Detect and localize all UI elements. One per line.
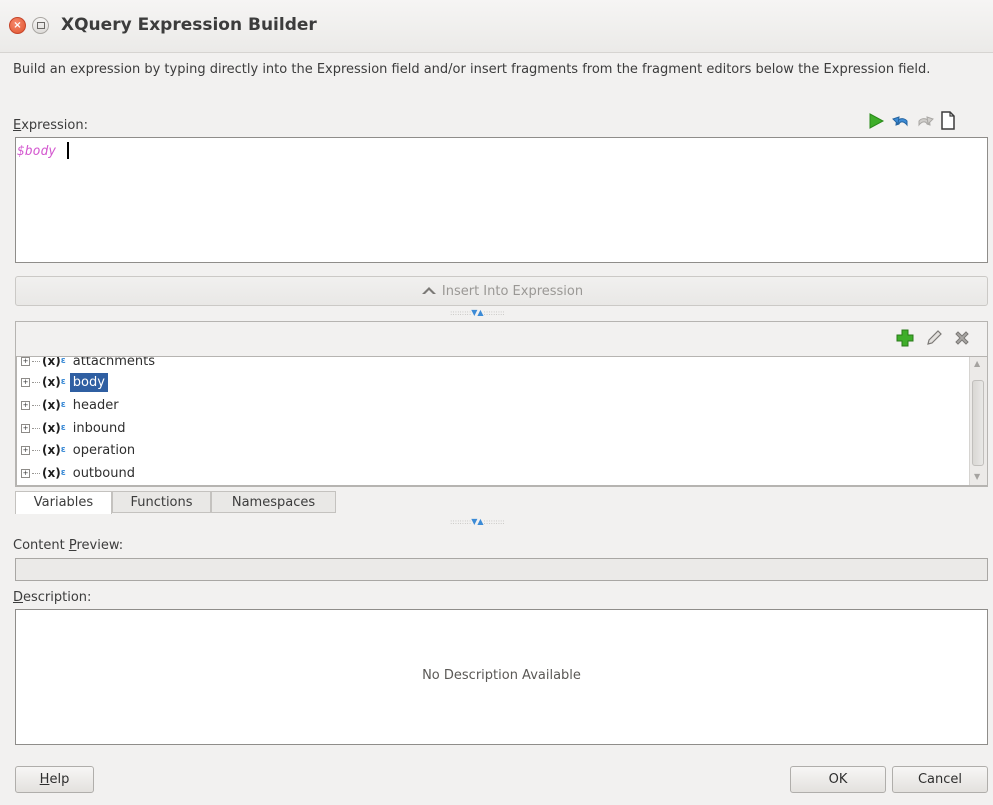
splitter-handle[interactable]: :::::::::▼▲::::::::: — [450, 518, 505, 526]
ok-button[interactable]: OK — [790, 766, 886, 793]
run-icon[interactable] — [866, 111, 886, 131]
expression-label: Expression: — [13, 118, 88, 133]
expand-icon[interactable]: + — [21, 401, 30, 410]
tab-namespaces[interactable]: Namespaces — [211, 491, 336, 513]
expression-value: $body — [17, 144, 57, 159]
expand-icon[interactable]: + — [21, 469, 30, 478]
expand-icon[interactable]: + — [21, 378, 30, 387]
help-button[interactable]: Help — [15, 766, 94, 793]
tree-item-operation[interactable]: + (x)ε operation — [21, 440, 138, 461]
expand-icon[interactable]: + — [21, 424, 30, 433]
chevron-up-icon — [421, 287, 436, 294]
new-document-icon[interactable] — [938, 110, 958, 131]
scroll-down-icon[interactable]: ▼ — [974, 472, 980, 481]
cancel-button[interactable]: Cancel — [892, 766, 988, 793]
splitter-handle[interactable]: :::::::::▼▲::::::::: — [450, 309, 505, 317]
tab-functions[interactable]: Functions — [112, 491, 211, 513]
tree-item-inbound[interactable]: + (x)ε inbound — [21, 418, 129, 439]
variable-icon: (x)ε — [42, 375, 66, 389]
tab-variables[interactable]: Variables — [15, 491, 112, 514]
expression-editor[interactable] — [15, 137, 988, 263]
tree-item-attachments[interactable]: + (x)ε attachments — [21, 356, 158, 372]
undo-icon[interactable] — [891, 111, 911, 131]
description-box: No Description Available — [15, 609, 988, 745]
insert-button-label: Insert Into Expression — [441, 284, 584, 299]
tree-item-header[interactable]: + (x)ε header — [21, 395, 122, 416]
title-bar: × XQuery Expression Builder — [0, 0, 993, 53]
expand-icon[interactable]: + — [21, 446, 30, 455]
intro-text: Build an expression by typing directly i… — [13, 62, 931, 77]
tree-item-body[interactable]: + (x)ε body — [21, 372, 108, 393]
variables-tree[interactable]: + (x)ε attachments + (x)ε body + (x)ε header +… — [16, 356, 988, 486]
close-window-icon[interactable]: × — [9, 17, 26, 34]
add-icon[interactable] — [895, 328, 915, 348]
tree-scrollbar[interactable]: ▲ ▼ — [969, 357, 987, 485]
variable-icon: (x)ε — [42, 398, 66, 412]
description-label: Description: — [13, 590, 92, 605]
scroll-up-icon[interactable]: ▲ — [974, 359, 980, 368]
content-preview-label: Content Preview: — [13, 538, 124, 553]
variable-icon: (x)ε — [42, 356, 66, 368]
text-caret — [67, 142, 69, 159]
variable-icon: (x)ε — [42, 466, 66, 480]
maximize-window-icon[interactable] — [32, 17, 49, 34]
content-preview-field — [15, 558, 988, 581]
variable-icon: (x)ε — [42, 421, 66, 435]
description-text: No Description Available — [422, 668, 581, 683]
variable-icon: (x)ε — [42, 443, 66, 457]
insert-into-expression-button[interactable]: Insert Into Expression — [15, 276, 988, 306]
window-title: XQuery Expression Builder — [61, 15, 317, 35]
delete-icon[interactable] — [952, 328, 972, 348]
tree-item-outbound[interactable]: + (x)ε outbound — [21, 463, 138, 484]
scroll-thumb[interactable] — [972, 380, 984, 466]
expand-icon[interactable]: + — [21, 357, 30, 366]
edit-icon[interactable] — [924, 328, 944, 348]
redo-icon[interactable] — [915, 111, 935, 131]
